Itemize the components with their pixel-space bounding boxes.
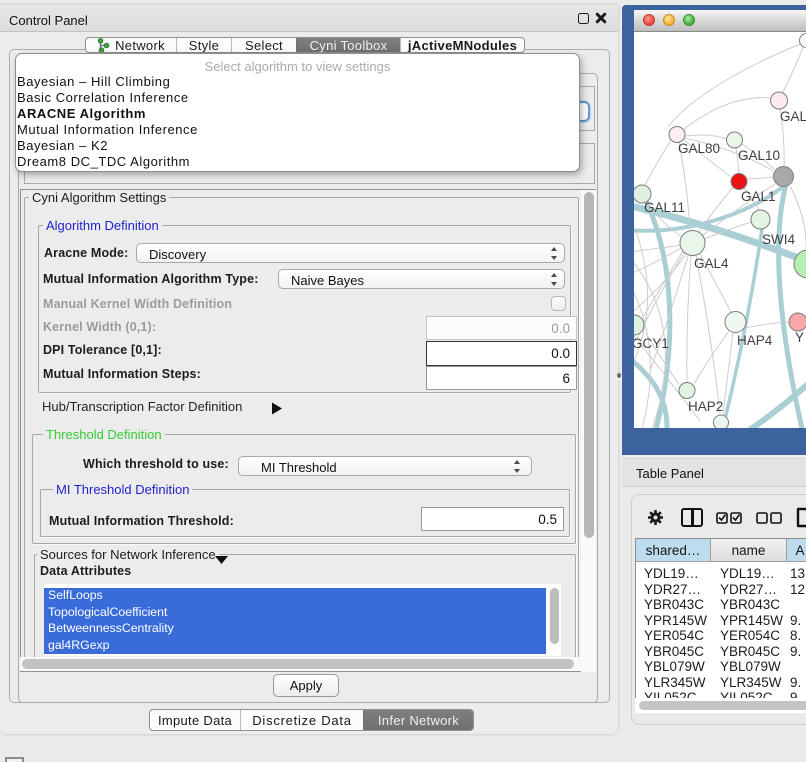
- svg-text:GAL1: GAL1: [741, 189, 776, 204]
- svg-text:SWI4: SWI4: [762, 232, 795, 247]
- svg-text:HAP4: HAP4: [737, 333, 773, 348]
- svg-text:GAL11: GAL11: [644, 200, 685, 215]
- svg-text:GCY1: GCY1: [634, 336, 669, 351]
- svg-text:GAL80: GAL80: [678, 141, 720, 156]
- svg-text:HAP2: HAP2: [688, 399, 723, 414]
- svg-text:GAL7: GAL7: [780, 109, 806, 124]
- svg-text:GAL10: GAL10: [738, 148, 780, 163]
- svg-text:Y: Y: [795, 330, 804, 345]
- svg-text:GAL4: GAL4: [694, 256, 729, 271]
